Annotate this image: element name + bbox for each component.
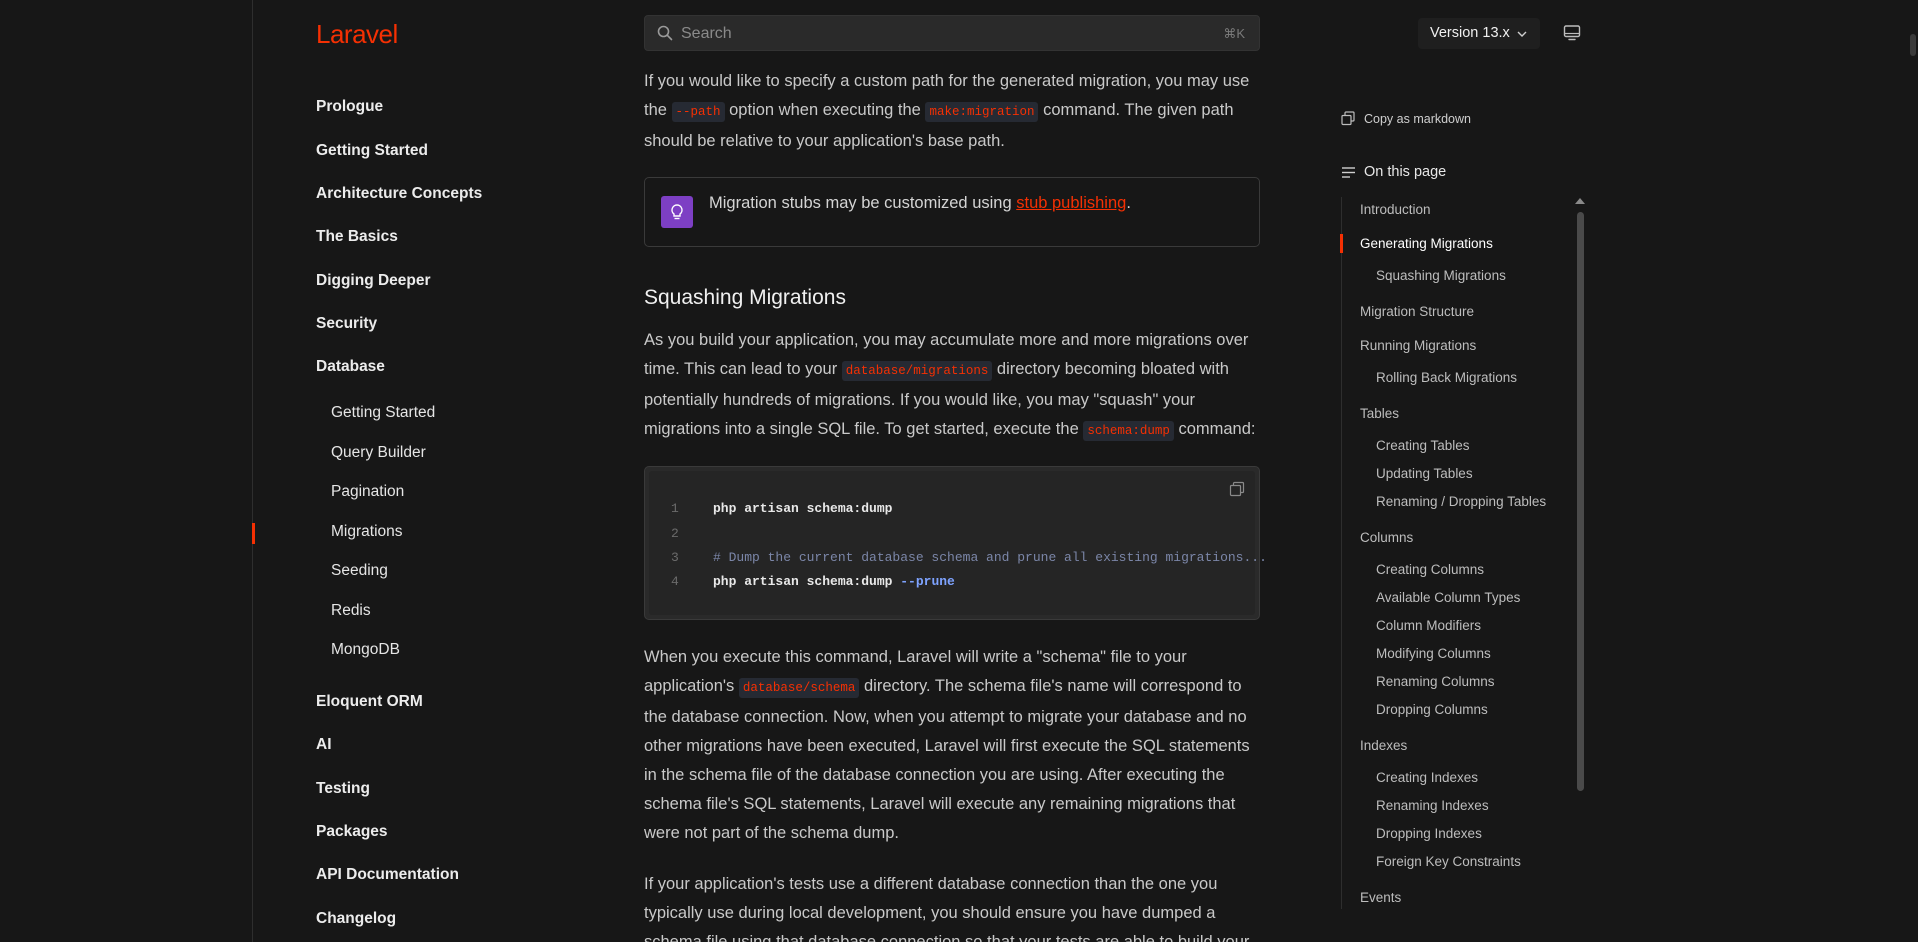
toc-item-renaming-indexes[interactable]: Renaming Indexes: [1376, 798, 1489, 813]
toc-item-indexes[interactable]: Indexes: [1360, 738, 1407, 753]
sidebar-subitem-query-builder[interactable]: Query Builder: [331, 444, 426, 462]
line-number: 2: [671, 526, 679, 541]
sidebar-item-changelog[interactable]: Changelog: [316, 910, 396, 928]
line-number: 3: [671, 550, 679, 565]
sidebar-item-api-documentation[interactable]: API Documentation: [316, 866, 459, 884]
code-command: php artisan schema:dump: [713, 574, 901, 589]
sidebar-subitem-redis[interactable]: Redis: [331, 602, 371, 620]
paragraph-squashing: As you build your application, you may a…: [644, 326, 1260, 446]
sidebar-item-getting-started[interactable]: Getting Started: [316, 142, 428, 160]
stub-publishing-link[interactable]: stub publishing: [1016, 194, 1126, 212]
copy-icon: [1341, 111, 1355, 126]
code-block: 1 php artisan schema:dump 2 3 # Dump the…: [644, 466, 1267, 620]
inline-code-database-schema: database/schema: [738, 678, 860, 698]
text: Migration stubs may be customized using: [709, 194, 1017, 212]
code-flag: --prune: [900, 574, 955, 589]
toc-scrollbar[interactable]: [1577, 212, 1584, 791]
code-comment: # Dump the current database schema and p…: [713, 550, 1267, 565]
sidebar-subitem-pagination[interactable]: Pagination: [331, 483, 404, 501]
on-this-page-title: On this page: [1364, 164, 1447, 180]
tip-callout: Migration stubs may be customized using …: [644, 177, 1260, 247]
toc-item-creating-tables[interactable]: Creating Tables: [1376, 438, 1470, 453]
toc-item-renaming-columns[interactable]: Renaming Columns: [1376, 674, 1495, 689]
page-scrollbar-thumb[interactable]: [1910, 34, 1916, 56]
toc-scroll-up-arrow[interactable]: [1575, 198, 1585, 204]
page: Laravel Prologue Getting Started Archite…: [0, 0, 1918, 942]
sidebar-item-packages[interactable]: Packages: [316, 823, 388, 841]
laravel-logo[interactable]: Laravel: [316, 19, 398, 50]
sidebar-subitem-seeding[interactable]: Seeding: [331, 562, 388, 580]
version-label: Version 13.x: [1430, 25, 1510, 41]
copy-icon[interactable]: [1229, 481, 1245, 497]
paragraph-custom-path: If you would like to specify a custom pa…: [644, 67, 1260, 156]
sidebar-active-indicator: [252, 523, 255, 544]
toc-item-available-column-types[interactable]: Available Column Types: [1376, 590, 1520, 605]
inline-code-schema-dump: schema:dump: [1083, 421, 1174, 441]
code-block-body: 1 php artisan schema:dump 2 3 # Dump the…: [649, 471, 1267, 615]
toc-item-column-modifiers[interactable]: Column Modifiers: [1376, 618, 1481, 633]
section-heading-squashing-migrations[interactable]: Squashing Migrations: [644, 286, 846, 310]
text: .: [1126, 194, 1131, 212]
toc-divider: [1341, 197, 1342, 909]
code-text: php artisan schema:dump: [713, 501, 893, 516]
toc-item-migration-structure[interactable]: Migration Structure: [1360, 304, 1474, 319]
version-select[interactable]: Version 13.x: [1418, 18, 1540, 49]
text: option when executing the: [724, 101, 926, 119]
inline-code-path: --path: [671, 102, 725, 122]
toc-item-tables[interactable]: Tables: [1360, 406, 1399, 421]
page-scrollbar[interactable]: [1908, 0, 1918, 942]
toc-item-squashing-migrations[interactable]: Squashing Migrations: [1376, 268, 1506, 283]
toc-item-rolling-back-migrations[interactable]: Rolling Back Migrations: [1376, 370, 1517, 385]
line-number: 4: [671, 574, 679, 589]
toc-item-modifying-columns[interactable]: Modifying Columns: [1376, 646, 1491, 661]
inline-code-database-migrations: database/migrations: [841, 361, 993, 381]
toc-item-dropping-columns[interactable]: Dropping Columns: [1376, 702, 1488, 717]
copy-as-markdown-label: Copy as markdown: [1364, 112, 1471, 126]
sidebar-item-security[interactable]: Security: [316, 315, 377, 333]
sidebar-item-eloquent-orm[interactable]: Eloquent ORM: [316, 693, 423, 711]
toc-item-generating-migrations[interactable]: Generating Migrations: [1360, 236, 1493, 251]
toc-item-creating-indexes[interactable]: Creating Indexes: [1376, 770, 1478, 785]
monitor-icon[interactable]: [1563, 24, 1581, 42]
toc-item-foreign-key-constraints[interactable]: Foreign Key Constraints: [1376, 854, 1521, 869]
sidebar-item-digging-deeper[interactable]: Digging Deeper: [316, 272, 431, 290]
sidebar-item-the-basics[interactable]: The Basics: [316, 228, 398, 246]
toc-item-dropping-indexes[interactable]: Dropping Indexes: [1376, 826, 1482, 841]
callout-text: Migration stubs may be customized using …: [709, 194, 1131, 213]
line-number: 1: [671, 501, 679, 516]
toc-item-updating-tables[interactable]: Updating Tables: [1376, 466, 1473, 481]
sidebar-item-prologue[interactable]: Prologue: [316, 98, 383, 116]
sidebar-item-architecture-concepts[interactable]: Architecture Concepts: [316, 185, 482, 203]
inline-code-make-migration: make:migration: [925, 102, 1039, 122]
sidebar-subitem-migrations[interactable]: Migrations: [331, 523, 403, 541]
sidebar-item-ai[interactable]: AI: [316, 736, 332, 754]
chevron-down-icon: [1517, 31, 1527, 37]
search-icon: [657, 25, 673, 41]
sidebar-divider: [252, 0, 253, 942]
paragraph-tests-connection: If your application's tests use a differ…: [644, 875, 1250, 942]
sidebar-subitem-getting-started[interactable]: Getting Started: [331, 404, 435, 422]
toc-item-events[interactable]: Events: [1360, 890, 1401, 905]
text: command:: [1173, 420, 1256, 438]
paragraph-schema-file: When you execute this command, Laravel w…: [644, 643, 1260, 848]
sidebar-item-testing[interactable]: Testing: [316, 780, 370, 798]
sidebar-item-database[interactable]: Database: [316, 358, 385, 376]
toc-item-running-migrations[interactable]: Running Migrations: [1360, 338, 1476, 353]
search-input[interactable]: Search ⌘K: [644, 15, 1260, 51]
toc-item-introduction[interactable]: Introduction: [1360, 202, 1431, 217]
toc-active-indicator: [1340, 234, 1343, 253]
list-icon: [1342, 167, 1355, 178]
text: directory. The schema file's name will c…: [644, 677, 1250, 842]
lightbulb-icon: [661, 196, 693, 228]
search-shortcut: ⌘K: [1223, 26, 1245, 41]
toc-item-creating-columns[interactable]: Creating Columns: [1376, 562, 1484, 577]
search-placeholder: Search: [681, 25, 732, 42]
toc-item-columns[interactable]: Columns: [1360, 530, 1413, 545]
sidebar-subitem-mongodb[interactable]: MongoDB: [331, 641, 400, 659]
code-text: php artisan schema:dump --prune: [713, 574, 955, 589]
toc-item-renaming-dropping-tables[interactable]: Renaming / Dropping Tables: [1376, 494, 1546, 509]
